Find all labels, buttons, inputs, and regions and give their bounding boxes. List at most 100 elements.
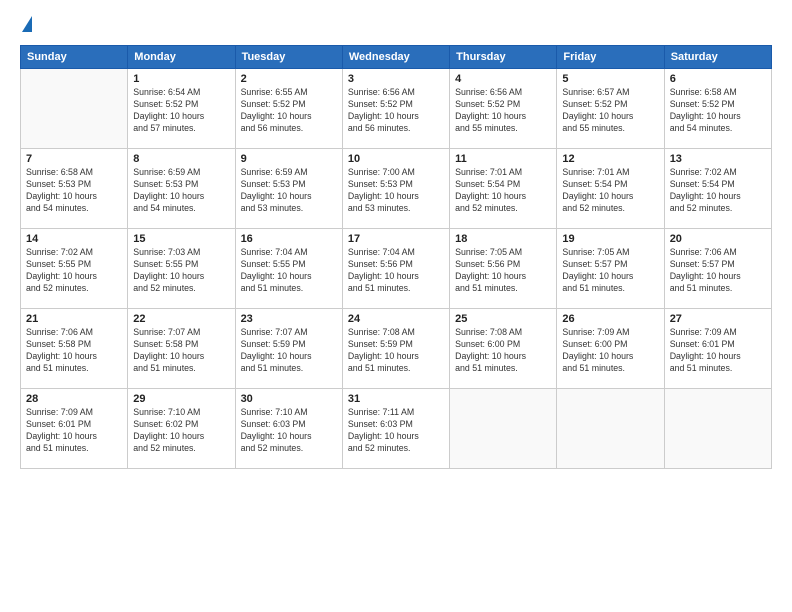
- calendar-week-row: 7Sunrise: 6:58 AM Sunset: 5:53 PM Daylig…: [21, 149, 772, 229]
- header: [20, 16, 772, 35]
- day-number: 23: [241, 313, 337, 325]
- day-number: 13: [670, 153, 766, 165]
- day-info: Sunrise: 6:59 AM Sunset: 5:53 PM Dayligh…: [133, 167, 229, 215]
- day-number: 21: [26, 313, 122, 325]
- day-info: Sunrise: 6:58 AM Sunset: 5:52 PM Dayligh…: [670, 87, 766, 135]
- calendar-header-friday: Friday: [557, 46, 664, 69]
- day-info: Sunrise: 7:02 AM Sunset: 5:55 PM Dayligh…: [26, 247, 122, 295]
- page: SundayMondayTuesdayWednesdayThursdayFrid…: [0, 0, 792, 612]
- calendar-cell: [557, 389, 664, 469]
- day-number: 1: [133, 73, 229, 85]
- calendar-header-tuesday: Tuesday: [235, 46, 342, 69]
- day-info: Sunrise: 7:06 AM Sunset: 5:57 PM Dayligh…: [670, 247, 766, 295]
- day-info: Sunrise: 6:59 AM Sunset: 5:53 PM Dayligh…: [241, 167, 337, 215]
- day-number: 15: [133, 233, 229, 245]
- day-number: 7: [26, 153, 122, 165]
- logo: [20, 16, 32, 35]
- calendar-cell: 9Sunrise: 6:59 AM Sunset: 5:53 PM Daylig…: [235, 149, 342, 229]
- calendar-cell: 18Sunrise: 7:05 AM Sunset: 5:56 PM Dayli…: [450, 229, 557, 309]
- day-number: 30: [241, 393, 337, 405]
- calendar-cell: 22 Sunrise: 7:07 AM Sunset: 5:58 PM Dayli…: [128, 309, 235, 389]
- calendar-cell: [21, 69, 128, 149]
- calendar-header-row: SundayMondayTuesdayWednesdayThursdayFrid…: [21, 46, 772, 69]
- calendar-cell: 12 Sunrise: 7:01 AM Sunset: 5:54 PM Dayli…: [557, 149, 664, 229]
- day-number: 2: [241, 73, 337, 85]
- calendar-cell: 21 Sunrise: 7:06 AM Sunset: 5:58 PM Dayli…: [21, 309, 128, 389]
- logo-triangle-icon: [22, 16, 32, 32]
- day-number: 25: [455, 313, 551, 325]
- day-number: 8: [133, 153, 229, 165]
- day-number: 14: [26, 233, 122, 245]
- calendar-cell: 26 Sunrise: 7:09 AM Sunset: 6:00 PM Dayli…: [557, 309, 664, 389]
- calendar-week-row: 28 Sunrise: 7:09 AM Sunset: 6:01 PM Dayli…: [21, 389, 772, 469]
- day-number: 22: [133, 313, 229, 325]
- day-info: Sunrise: 7:08 AM Sunset: 5:59 PM Dayligh…: [348, 327, 444, 375]
- calendar-cell: 29 Sunrise: 7:10 AM Sunset: 6:02 PM Dayli…: [128, 389, 235, 469]
- day-info: Sunrise: 7:10 AM Sunset: 6:02 PM Dayligh…: [133, 407, 229, 455]
- day-info: Sunrise: 7:09 AM Sunset: 6:01 PM Dayligh…: [670, 327, 766, 375]
- day-info: Sunrise: 7:06 AM Sunset: 5:58 PM Dayligh…: [26, 327, 122, 375]
- day-number: 28: [26, 393, 122, 405]
- day-info: Sunrise: 7:09 AM Sunset: 6:01 PM Dayligh…: [26, 407, 122, 455]
- day-number: 27: [670, 313, 766, 325]
- day-number: 17: [348, 233, 444, 245]
- calendar-cell: 17 Sunrise: 7:04 AM Sunset: 5:56 PM Dayli…: [342, 229, 449, 309]
- calendar-cell: 7Sunrise: 6:58 AM Sunset: 5:53 PM Daylig…: [21, 149, 128, 229]
- day-info: Sunrise: 6:54 AM Sunset: 5:52 PM Dayligh…: [133, 87, 229, 135]
- day-number: 5: [562, 73, 658, 85]
- day-number: 4: [455, 73, 551, 85]
- day-info: Sunrise: 7:00 AM Sunset: 5:53 PM Dayligh…: [348, 167, 444, 215]
- day-info: Sunrise: 7:04 AM Sunset: 5:56 PM Dayligh…: [348, 247, 444, 295]
- calendar-cell: 11 Sunrise: 7:01 AM Sunset: 5:54 PM Dayli…: [450, 149, 557, 229]
- day-number: 20: [670, 233, 766, 245]
- day-number: 24: [348, 313, 444, 325]
- calendar-cell: 5 Sunrise: 6:57 AM Sunset: 5:52 PM Daylig…: [557, 69, 664, 149]
- day-number: 12: [562, 153, 658, 165]
- day-number: 31: [348, 393, 444, 405]
- calendar-cell: [450, 389, 557, 469]
- calendar-cell: 16 Sunrise: 7:04 AM Sunset: 5:55 PM Dayli…: [235, 229, 342, 309]
- day-info: Sunrise: 7:01 AM Sunset: 5:54 PM Dayligh…: [562, 167, 658, 215]
- calendar-cell: [664, 389, 771, 469]
- calendar-cell: 8 Sunrise: 6:59 AM Sunset: 5:53 PM Daylig…: [128, 149, 235, 229]
- calendar-cell: 20 Sunrise: 7:06 AM Sunset: 5:57 PM Dayli…: [664, 229, 771, 309]
- day-info: Sunrise: 7:04 AM Sunset: 5:55 PM Dayligh…: [241, 247, 337, 295]
- calendar-cell: 30 Sunrise: 7:10 AM Sunset: 6:03 PM Dayli…: [235, 389, 342, 469]
- day-info: Sunrise: 7:05 AM Sunset: 5:57 PM Dayligh…: [562, 247, 658, 295]
- logo-text: [20, 16, 32, 34]
- day-info: Sunrise: 7:03 AM Sunset: 5:55 PM Dayligh…: [133, 247, 229, 295]
- day-info: Sunrise: 7:10 AM Sunset: 6:03 PM Dayligh…: [241, 407, 337, 455]
- calendar-cell: 28 Sunrise: 7:09 AM Sunset: 6:01 PM Dayli…: [21, 389, 128, 469]
- day-info: Sunrise: 6:55 AM Sunset: 5:52 PM Dayligh…: [241, 87, 337, 135]
- calendar-week-row: 14 Sunrise: 7:02 AM Sunset: 5:55 PM Dayli…: [21, 229, 772, 309]
- day-info: Sunrise: 6:56 AM Sunset: 5:52 PM Dayligh…: [455, 87, 551, 135]
- calendar-header-wednesday: Wednesday: [342, 46, 449, 69]
- calendar-cell: 2 Sunrise: 6:55 AM Sunset: 5:52 PM Daylig…: [235, 69, 342, 149]
- calendar-cell: 4 Sunrise: 6:56 AM Sunset: 5:52 PM Daylig…: [450, 69, 557, 149]
- calendar-header-sunday: Sunday: [21, 46, 128, 69]
- day-number: 6: [670, 73, 766, 85]
- day-info: Sunrise: 7:01 AM Sunset: 5:54 PM Dayligh…: [455, 167, 551, 215]
- day-number: 11: [455, 153, 551, 165]
- day-info: Sunrise: 7:11 AM Sunset: 6:03 PM Dayligh…: [348, 407, 444, 455]
- day-number: 3: [348, 73, 444, 85]
- day-number: 29: [133, 393, 229, 405]
- calendar-header-saturday: Saturday: [664, 46, 771, 69]
- day-info: Sunrise: 7:02 AM Sunset: 5:54 PM Dayligh…: [670, 167, 766, 215]
- day-info: Sunrise: 7:09 AM Sunset: 6:00 PM Dayligh…: [562, 327, 658, 375]
- day-number: 19: [562, 233, 658, 245]
- day-number: 26: [562, 313, 658, 325]
- day-info: Sunrise: 6:57 AM Sunset: 5:52 PM Dayligh…: [562, 87, 658, 135]
- calendar-cell: 14 Sunrise: 7:02 AM Sunset: 5:55 PM Dayli…: [21, 229, 128, 309]
- calendar-cell: 6 Sunrise: 6:58 AM Sunset: 5:52 PM Daylig…: [664, 69, 771, 149]
- calendar-cell: 3Sunrise: 6:56 AM Sunset: 5:52 PM Daylig…: [342, 69, 449, 149]
- calendar-header-thursday: Thursday: [450, 46, 557, 69]
- day-number: 18: [455, 233, 551, 245]
- calendar-cell: 13 Sunrise: 7:02 AM Sunset: 5:54 PM Dayli…: [664, 149, 771, 229]
- day-number: 16: [241, 233, 337, 245]
- calendar-cell: 19 Sunrise: 7:05 AM Sunset: 5:57 PM Dayli…: [557, 229, 664, 309]
- calendar-cell: 27 Sunrise: 7:09 AM Sunset: 6:01 PM Dayli…: [664, 309, 771, 389]
- day-info: Sunrise: 7:07 AM Sunset: 5:58 PM Dayligh…: [133, 327, 229, 375]
- calendar-cell: 15 Sunrise: 7:03 AM Sunset: 5:55 PM Dayli…: [128, 229, 235, 309]
- calendar-week-row: 21 Sunrise: 7:06 AM Sunset: 5:58 PM Dayli…: [21, 309, 772, 389]
